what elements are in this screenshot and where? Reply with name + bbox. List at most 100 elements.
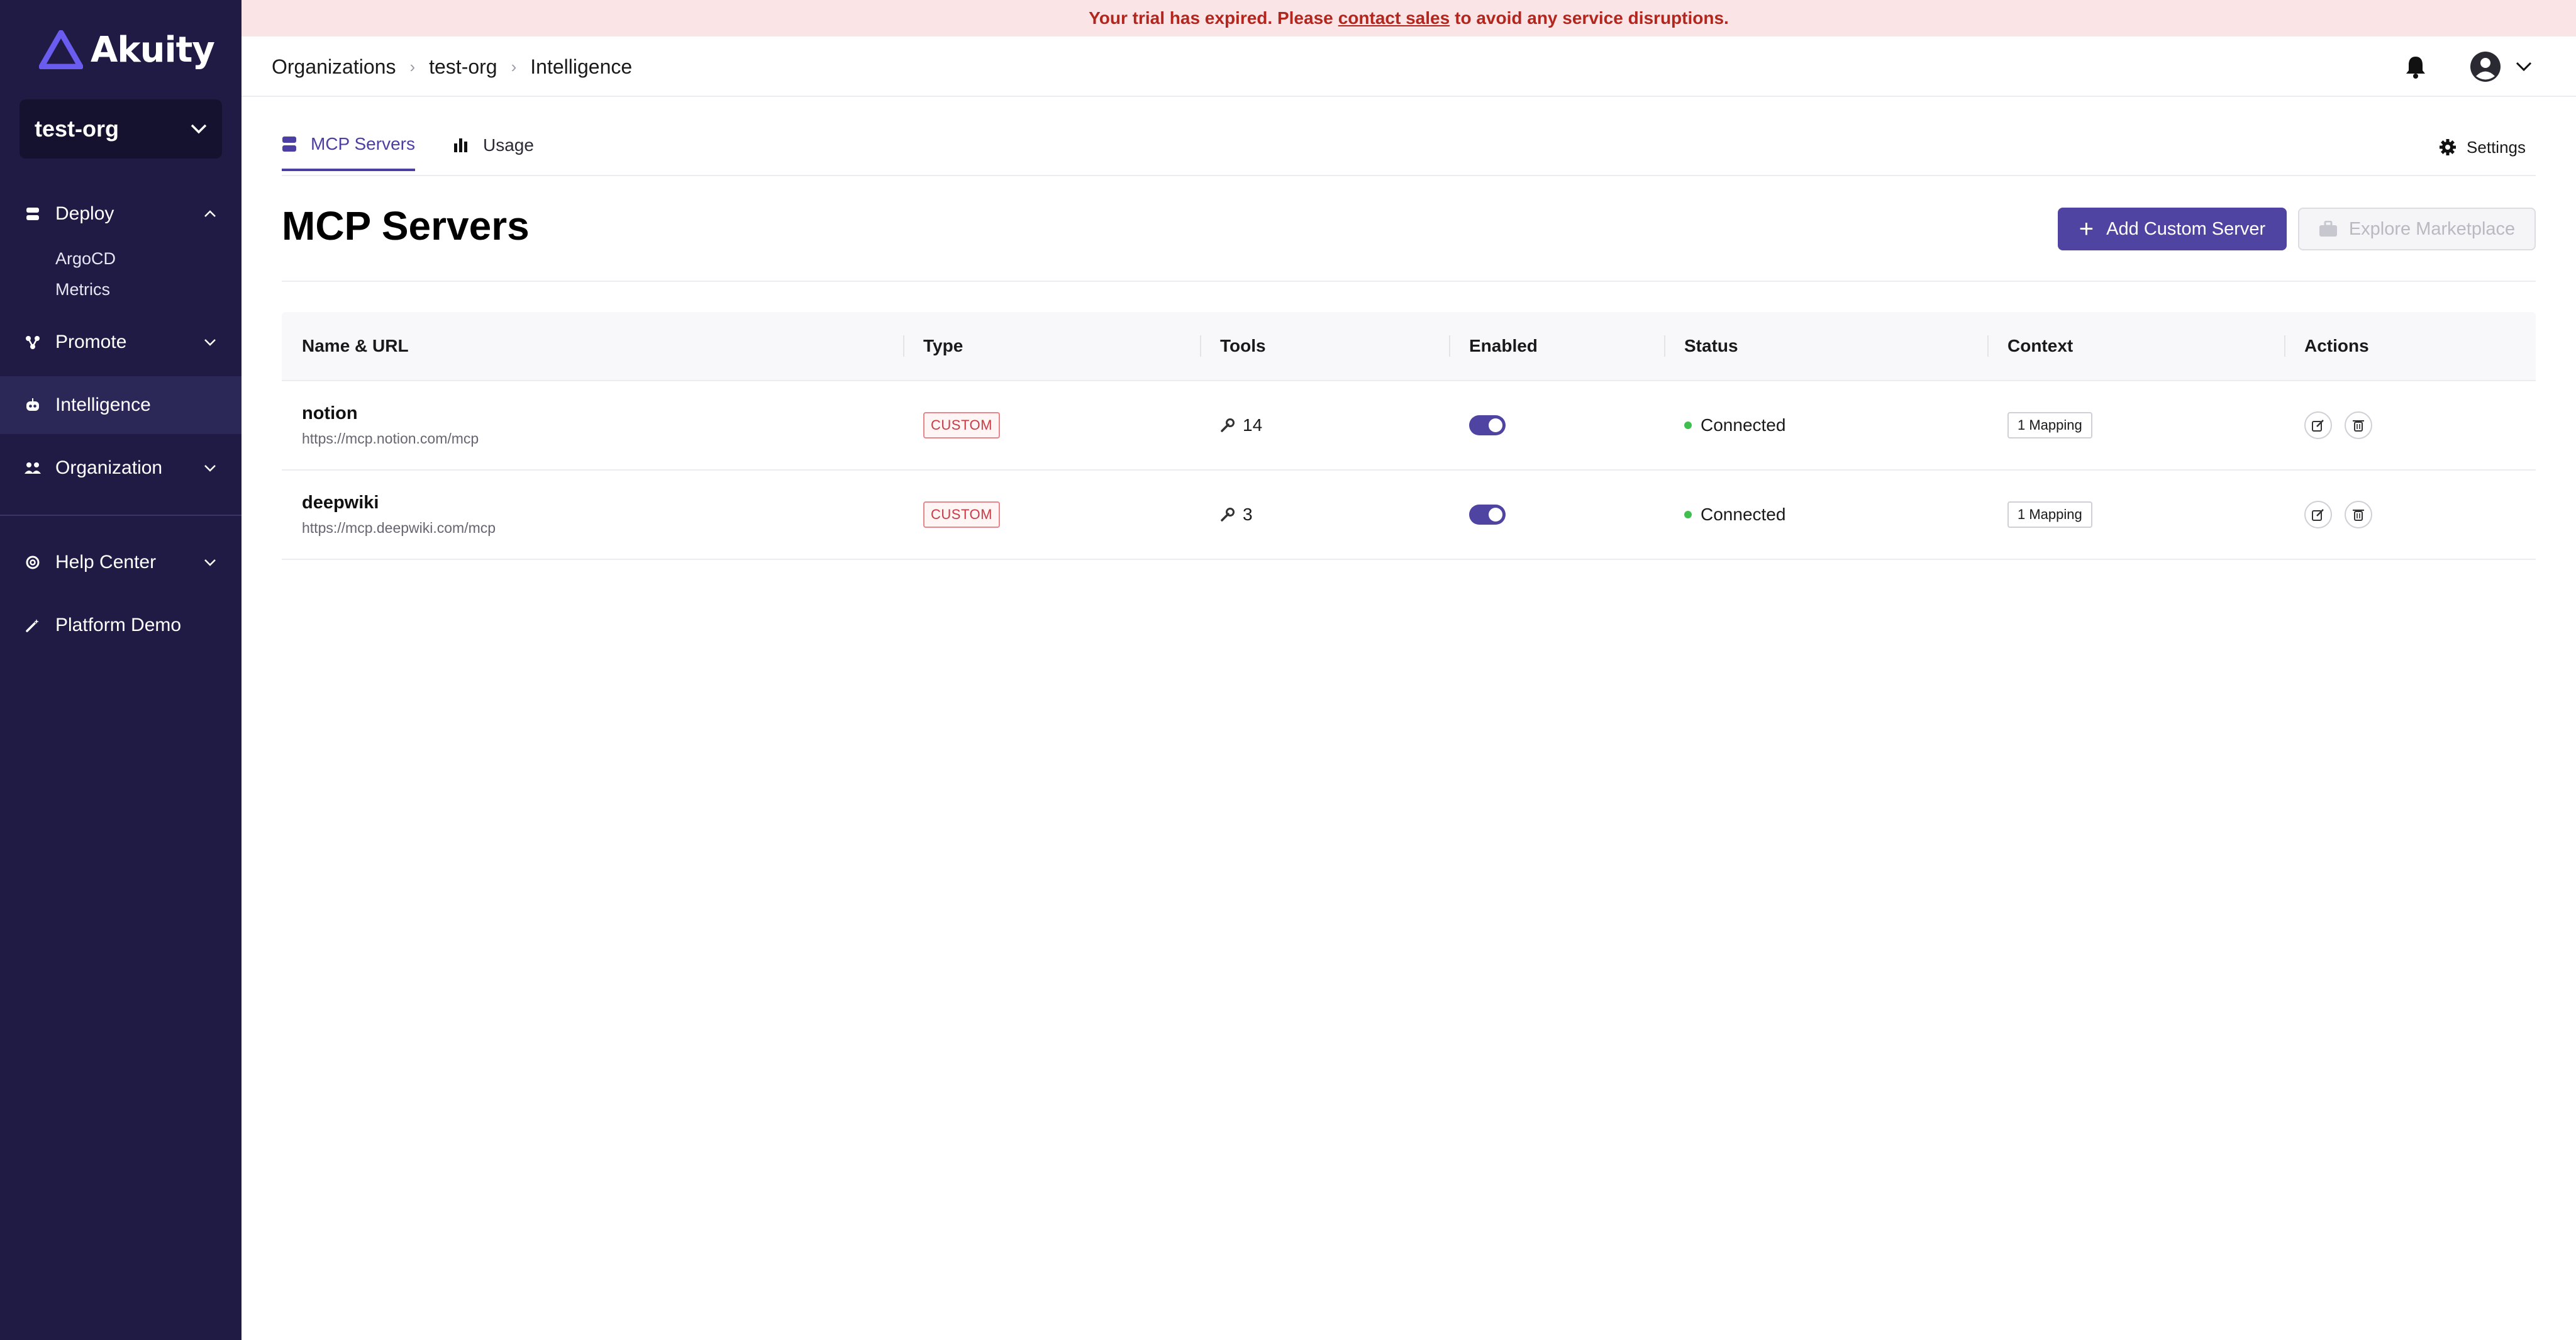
tools-cell: 14 <box>1200 415 1449 435</box>
nav-help-center[interactable]: Help Center <box>0 533 242 591</box>
enabled-cell <box>1449 505 1664 525</box>
actions-cell <box>2284 411 2536 439</box>
status-text: Connected <box>1701 415 1786 435</box>
users-icon <box>24 459 42 477</box>
column-header-enabled[interactable]: Enabled <box>1449 311 1664 381</box>
column-header-type[interactable]: Type <box>903 311 1200 381</box>
explore-marketplace-label: Explore Marketplace <box>2348 218 2516 239</box>
org-selector[interactable]: test-org <box>19 99 222 159</box>
chevron-down-icon <box>204 559 216 566</box>
plus-icon: + <box>2079 215 2094 243</box>
context-cell: 1 Mapping <box>1987 412 2284 438</box>
type-cell: CUSTOM <box>903 501 1200 528</box>
trial-expired-banner: Your trial has expired. Please contact s… <box>242 0 2576 36</box>
type-badge: CUSTOM <box>923 412 1000 438</box>
context-mapping-badge[interactable]: 1 Mapping <box>2007 501 2092 528</box>
nav-promote[interactable]: Promote <box>0 313 242 371</box>
wrench-icon <box>1220 507 1235 522</box>
wrench-icon <box>1220 418 1235 433</box>
breadcrumb-organizations[interactable]: Organizations <box>272 55 396 79</box>
tab-mcp-servers[interactable]: MCP Servers <box>282 123 415 171</box>
title-divider <box>282 281 2536 282</box>
enabled-toggle[interactable] <box>1469 415 1506 435</box>
lifebuoy-icon <box>24 554 42 571</box>
chevron-down-icon <box>204 465 216 472</box>
status-cell: Connected <box>1664 505 1987 525</box>
edit-button[interactable] <box>2304 501 2332 528</box>
add-custom-server-label: Add Custom Server <box>2106 218 2266 239</box>
akuity-logo[interactable]: Akuity <box>39 28 215 72</box>
magic-wand-icon <box>24 617 42 634</box>
sidebar-divider <box>0 515 242 516</box>
explore-marketplace-button[interactable]: Explore Marketplace <box>2298 208 2536 250</box>
column-header-context[interactable]: Context <box>1987 311 2284 381</box>
nav-intelligence[interactable]: Intelligence <box>0 376 242 434</box>
status-text: Connected <box>1701 505 1786 524</box>
gear-icon <box>2439 138 2457 156</box>
breadcrumb-intelligence[interactable]: Intelligence <box>530 55 632 79</box>
tools-cell: 3 <box>1200 505 1449 525</box>
chevron-down-icon[interactable] <box>2516 62 2532 72</box>
page-title: MCP Servers <box>282 203 530 248</box>
nav-argocd[interactable]: ArgoCD <box>55 249 116 269</box>
table-row[interactable]: notion https://mcp.notion.com/mcp CUSTOM… <box>282 381 2536 471</box>
nav-organization-label: Organization <box>55 457 163 478</box>
chevron-up-icon <box>204 210 216 217</box>
org-selector-label: test-org <box>35 116 119 142</box>
breadcrumb: Organizations › test-org › Intelligence <box>272 36 632 97</box>
server-name-cell: deepwiki https://mcp.deepwiki.com/mcp <box>282 493 903 537</box>
mcp-servers-table: Name & URL Type Tools Enabled Status Con… <box>282 312 2536 560</box>
nav-platform-demo[interactable]: Platform Demo <box>0 596 242 654</box>
topbar-actions <box>2405 36 2532 97</box>
tab-mcp-servers-label: MCP Servers <box>311 134 415 154</box>
type-cell: CUSTOM <box>903 412 1200 438</box>
delete-button[interactable] <box>2345 411 2372 439</box>
user-avatar-icon[interactable] <box>2469 50 2502 83</box>
nav-organization[interactable]: Organization <box>0 439 242 497</box>
column-header-tools[interactable]: Tools <box>1200 311 1449 381</box>
bell-icon[interactable] <box>2405 55 2426 79</box>
edit-icon <box>2312 420 2324 432</box>
server-name: deepwiki <box>302 493 379 513</box>
enabled-cell <box>1449 415 1664 435</box>
server-url: https://mcp.deepwiki.com/mcp <box>302 520 496 536</box>
nav-deploy[interactable]: Deploy <box>0 185 242 243</box>
nav-platform-demo-label: Platform Demo <box>55 615 182 635</box>
column-header-status[interactable]: Status <box>1664 311 1987 381</box>
contact-sales-link[interactable]: contact sales <box>1338 8 1450 28</box>
settings-link[interactable]: Settings <box>2439 132 2526 162</box>
context-mapping-badge[interactable]: 1 Mapping <box>2007 412 2092 438</box>
add-custom-server-button[interactable]: + Add Custom Server <box>2058 208 2287 250</box>
enabled-toggle[interactable] <box>1469 505 1506 525</box>
banner-text-suffix: to avoid any service disruptions. <box>1455 8 1729 28</box>
chevron-down-icon <box>191 124 207 134</box>
column-header-actions: Actions <box>2284 311 2536 381</box>
tools-count: 14 <box>1243 415 1263 435</box>
status-dot <box>1684 511 1692 518</box>
tab-usage-label: Usage <box>482 135 534 155</box>
topbar: Organizations › test-org › Intelligence <box>242 36 2576 97</box>
trash-icon <box>2353 420 2364 432</box>
tools-count: 3 <box>1243 505 1253 524</box>
chevron-right-icon: › <box>409 57 416 76</box>
column-header-name[interactable]: Name & URL <box>282 311 903 381</box>
delete-button[interactable] <box>2345 501 2372 528</box>
nav-deploy-label: Deploy <box>55 203 114 224</box>
table-row[interactable]: deepwiki https://mcp.deepwiki.com/mcp CU… <box>282 471 2536 560</box>
promote-icon <box>24 333 42 351</box>
nav-metrics[interactable]: Metrics <box>55 280 110 299</box>
context-cell: 1 Mapping <box>1987 501 2284 528</box>
bar-chart-icon <box>453 137 469 154</box>
robot-icon <box>24 396 42 414</box>
tab-usage[interactable]: Usage <box>453 123 534 171</box>
nav-intelligence-label: Intelligence <box>55 394 151 415</box>
tab-bar: MCP Servers Usage <box>282 123 572 176</box>
nav-promote-label: Promote <box>55 332 127 352</box>
status-cell: Connected <box>1664 415 1987 435</box>
settings-label: Settings <box>2467 137 2526 157</box>
server-name: notion <box>302 403 358 423</box>
chevron-right-icon: › <box>511 57 517 76</box>
edit-button[interactable] <box>2304 411 2332 439</box>
breadcrumb-org[interactable]: test-org <box>429 55 497 79</box>
table-header: Name & URL Type Tools Enabled Status Con… <box>282 312 2536 381</box>
